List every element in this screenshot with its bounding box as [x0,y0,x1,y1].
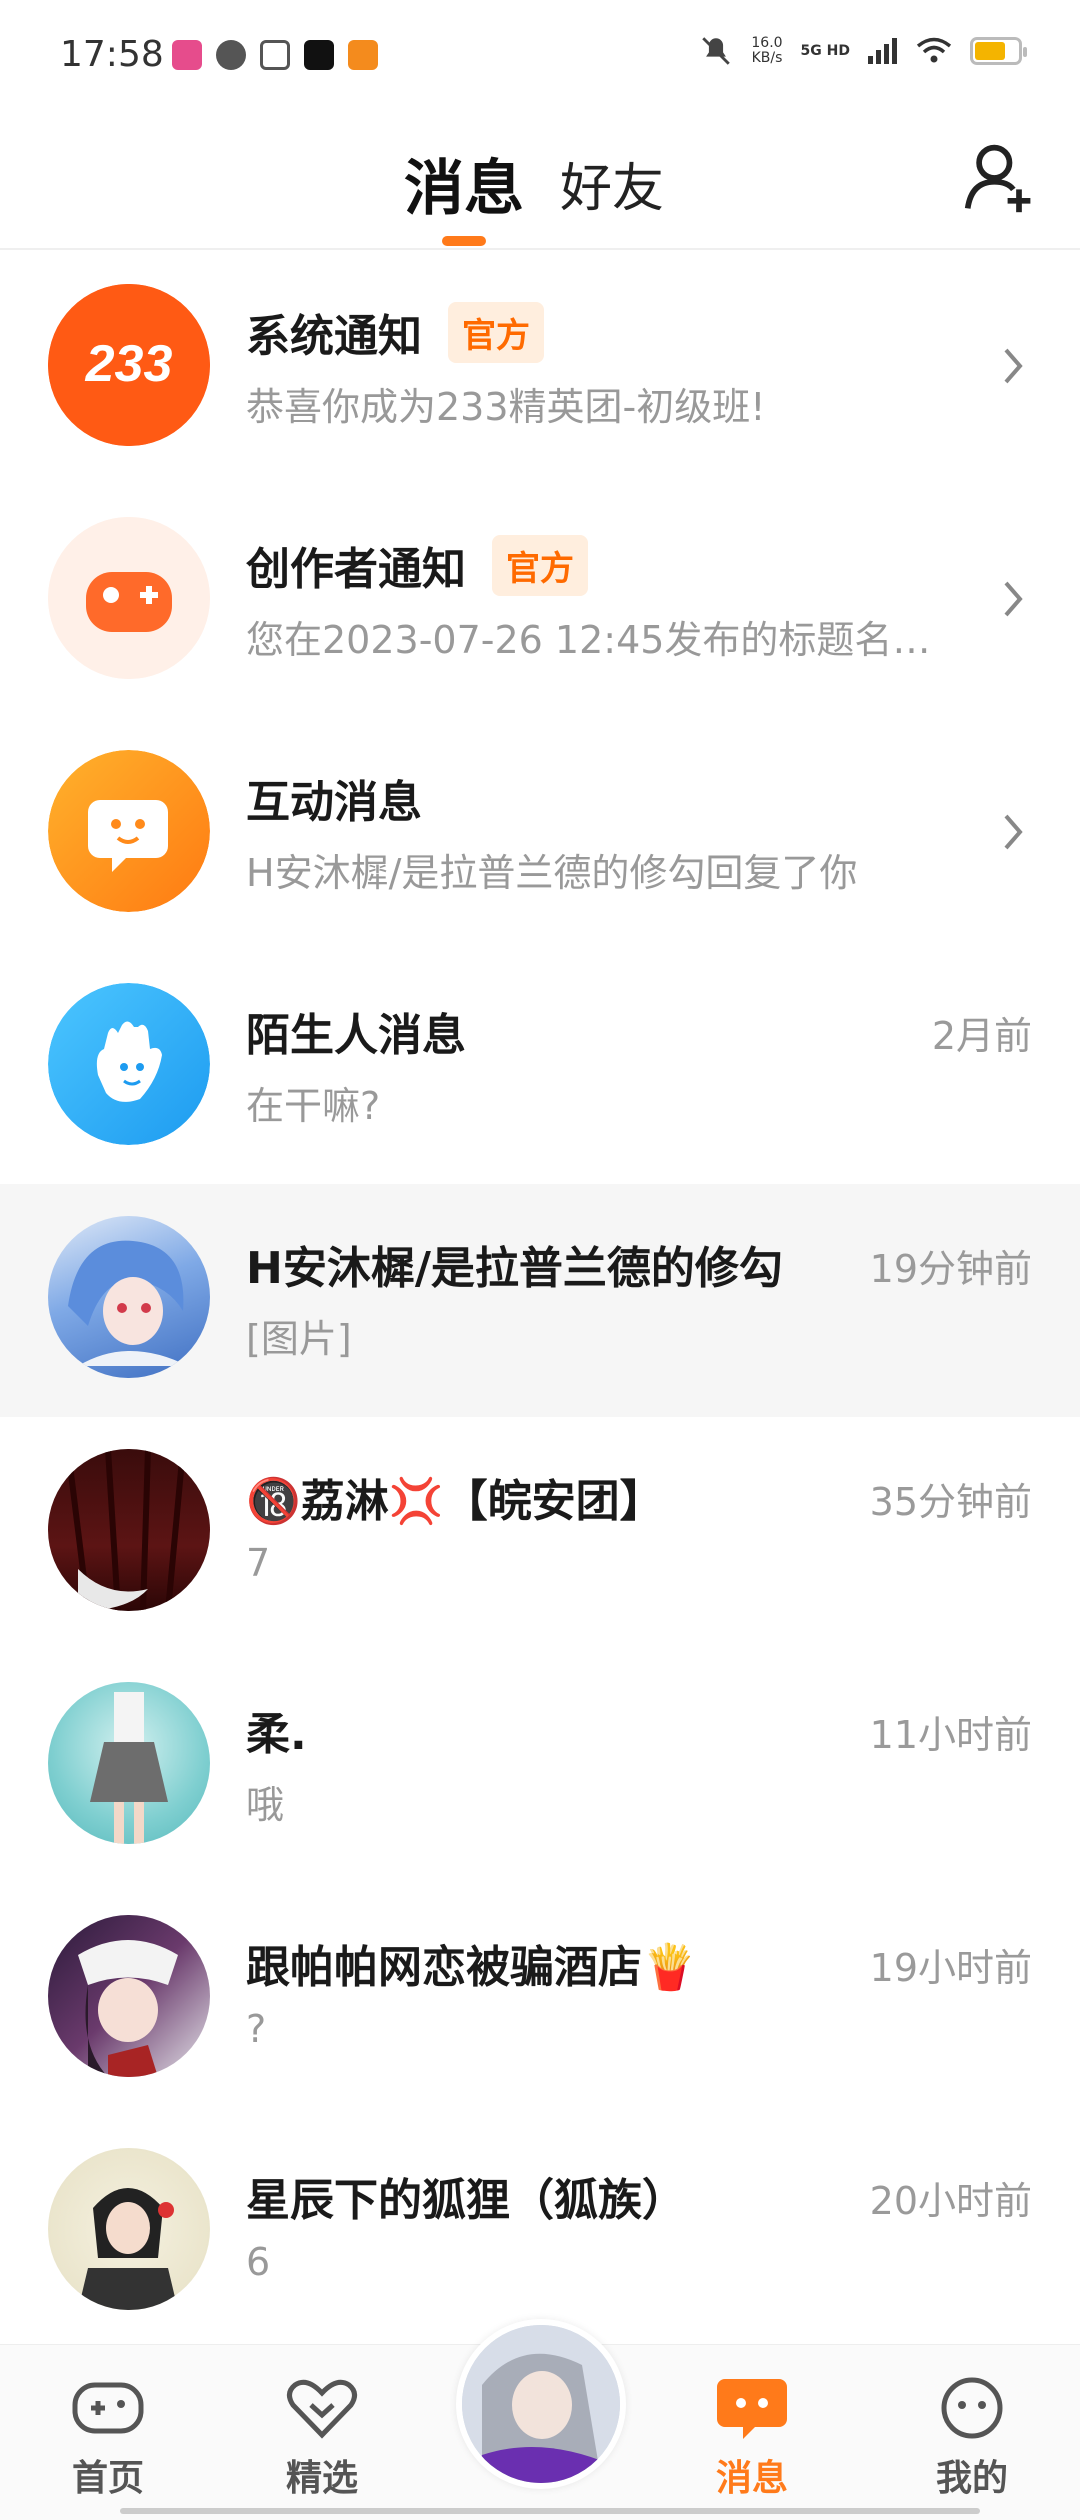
speed-unit: KB/s [751,50,783,66]
nav-mine[interactable]: 我的 [902,2375,1042,2501]
message-title: 跟帕帕网恋被骗酒店🍟 [246,1942,697,1993]
nav-mine-label: 我的 [935,2458,1008,2499]
user-avatar [48,1449,210,1611]
message-row-creator[interactable]: 创作者通知 官方 您在2023-07-26 12:45发布的标题名为`... [0,485,1080,718]
title-line: 陌生人消息 [246,999,466,1063]
speed-value: 16.0 [751,35,783,51]
app-notification-icon [172,40,202,70]
message-title: 星辰下的狐狸（狐族） [246,2175,686,2226]
chevron-right-icon [1004,581,1023,617]
message-time: 20小时前 [869,2179,1032,2223]
logo-233-icon: 233 [48,284,210,446]
chevron-right-icon [1004,348,1023,384]
face-nav-icon [941,2377,1003,2439]
chevron-right-icon [1004,814,1023,850]
user-avatar [48,2148,210,2310]
user-avatar [48,1216,210,1378]
title-line: 互动消息 [246,766,422,830]
message-row-system[interactable]: 233 系统通知 官方 恭喜你成为233精英团-初级班! [0,252,1080,485]
message-nav-icon [717,2379,787,2439]
nav-home[interactable]: 首页 [38,2375,178,2501]
nav-featured[interactable]: 精选 [252,2375,392,2501]
center-avatar-button[interactable] [456,2319,626,2489]
user-avatar [48,1915,210,2077]
message-row-chat[interactable]: 星辰下的狐狸（狐族） 6 20小时前 [0,2116,1080,2349]
message-time: 11小时前 [869,1713,1032,1757]
message-row-interaction[interactable]: 互动消息 H安沐樨/是拉普兰德的修勾回复了你 [0,718,1080,951]
title-line: 星辰下的狐狸（狐族） [246,2164,686,2228]
chat-bubble-icon [48,750,210,912]
message-title: 系统通知 [246,311,422,362]
mute-icon [702,37,731,65]
message-preview: 您在2023-07-26 12:45发布的标题名为`... [246,618,966,662]
signal-icon [868,38,897,64]
status-right: 16.0 KB/s 5G HD [699,34,1027,68]
food-notification-icon [348,40,378,70]
nav-messages[interactable]: 消息 [682,2375,822,2501]
message-row-chat[interactable]: 跟帕帕网恋被骗酒店🍟 ? 19小时前 [0,1883,1080,2116]
message-time: 2月前 [931,1014,1032,1058]
title-line: 创作者通知 官方 [246,533,588,597]
official-badge: 官方 [448,301,544,363]
title-line: 跟帕帕网恋被骗酒店🍟 [246,1931,697,1995]
message-title: 🔞荔淋💢【皖安团】 [246,1476,664,1527]
tab-messages[interactable]: 消息 [404,140,524,227]
message-time: 19分钟前 [869,1247,1032,1291]
notification-icons [172,40,378,70]
nav-messages-label: 消息 [715,2458,788,2499]
title-line: 系统通知 官方 [246,300,544,364]
gamepad-nav-icon [72,2382,144,2434]
message-title: 互动消息 [246,777,422,828]
header: 消息 好友 [0,110,1080,250]
nav-featured-label: 精选 [285,2458,358,2499]
store-notification-icon [260,40,290,70]
message-time: 35分钟前 [869,1480,1032,1524]
message-list: 233 系统通知 官方 恭喜你成为233精英团-初级班! 创作者通知 官方 您在… [0,252,1080,2349]
wifi-icon [916,37,952,63]
official-badge: 官方 [492,534,588,596]
title-line: H安沐樨/是拉普兰德的修勾 [246,1232,783,1296]
bottom-nav: 首页 精选 消息 我的 [0,2319,1080,2520]
title-line: 柔. [246,1698,307,1762]
message-time: 19小时前 [869,1946,1032,1990]
video-notification-icon [304,40,334,70]
message-preview: [图片] [246,1317,352,1361]
network-type: 5G HD [800,42,850,59]
add-user-icon[interactable] [962,140,1038,216]
home-indicator [120,2508,980,2514]
message-preview: 恭喜你成为233精英团-初级班! [246,385,766,429]
message-title: H安沐樨/是拉普兰德的修勾 [246,1243,783,1294]
wave-hand-icon [48,983,210,1145]
gamepad-icon [48,517,210,679]
message-preview: 7 [246,1541,271,1585]
svg-text:233: 233 [85,335,173,393]
message-title: 创作者通知 [246,544,466,595]
network-speed: 16.0 KB/s [751,36,782,66]
battery-icon [970,37,1027,65]
tab-friends[interactable]: 好友 [560,146,664,221]
message-row-chat[interactable]: 🔞荔淋💢【皖安团】 7 35分钟前 [0,1417,1080,1650]
tab-indicator [442,236,486,246]
message-title: 柔. [246,1709,307,1760]
message-preview: 哦 [246,1783,285,1827]
heart-nav-icon [287,2379,357,2439]
message-row-chat[interactable]: H安沐樨/是拉普兰德的修勾 [图片] 19分钟前 [0,1184,1080,1417]
status-bar: 17:58 16.0 KB/s 5G HD [0,0,1080,110]
user-avatar [48,1682,210,1844]
title-line: 🔞荔淋💢【皖安团】 [246,1465,664,1529]
status-time: 17:58 [60,34,164,75]
message-row-stranger[interactable]: 陌生人消息 在干嘛? 2月前 [0,951,1080,1184]
nav-home-label: 首页 [71,2458,144,2499]
message-preview: 6 [246,2240,271,2284]
message-preview: 在干嘛? [246,1084,381,1128]
message-row-chat[interactable]: 柔. 哦 11小时前 [0,1650,1080,1883]
message-preview: H安沐樨/是拉普兰德的修勾回复了你 [246,851,858,895]
message-title: 陌生人消息 [246,1010,466,1061]
chat-notification-icon [216,40,246,70]
message-preview: ? [246,2007,267,2051]
